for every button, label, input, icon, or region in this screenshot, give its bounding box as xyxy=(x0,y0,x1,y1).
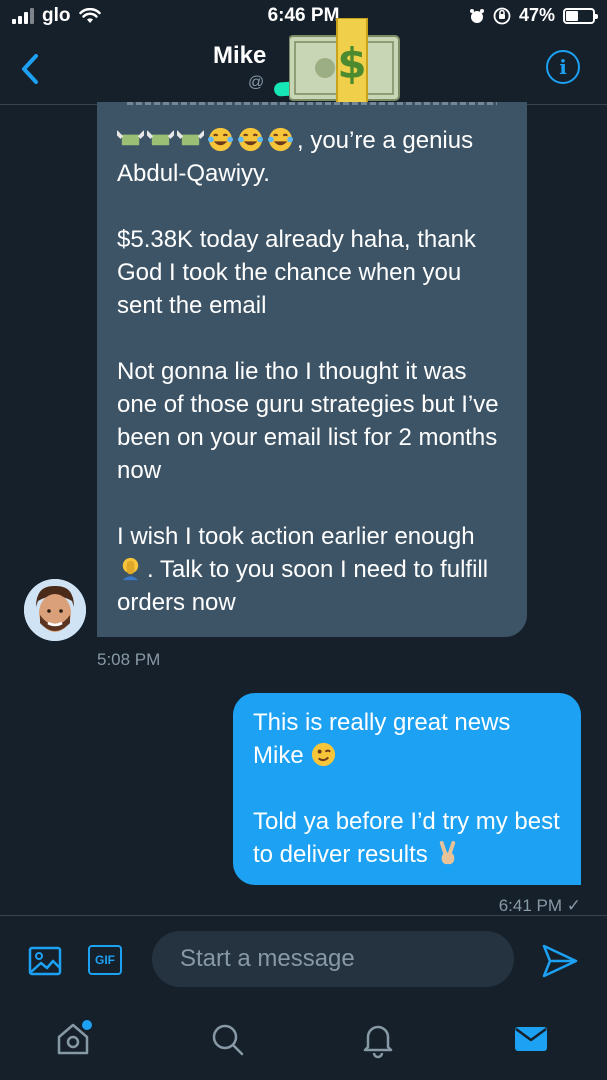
quoted-content-edge xyxy=(127,102,497,105)
notifications-icon[interactable] xyxy=(358,1019,398,1059)
sent-text-1: This is really great news Mike xyxy=(253,709,511,769)
sent-paragraph-1: This is really great news Mike xyxy=(253,706,563,772)
gif-button[interactable]: GIF xyxy=(88,945,122,975)
handle-prefix: @ xyxy=(248,74,265,91)
tears-of-joy-emoji xyxy=(267,127,294,152)
image-icon[interactable] xyxy=(28,946,62,976)
received-paragraph-4: I wish I took action earlier enough . Ta… xyxy=(117,520,507,619)
money-with-wings-emoji xyxy=(147,130,174,146)
victory-hand-emoji xyxy=(440,840,456,865)
orientation-lock-icon xyxy=(493,7,511,24)
sent-message-bubble[interactable]: This is really great news Mike Told ya b… xyxy=(233,693,581,885)
tears-of-joy-emoji xyxy=(207,127,234,152)
sent-text-2: Told ya before I’d try my best to delive… xyxy=(253,808,560,868)
battery-icon xyxy=(563,7,598,24)
received-paragraph-2: $5.38K today already haha, thank God I t… xyxy=(117,226,476,319)
svg-text:$: $ xyxy=(337,39,366,88)
tab-bar xyxy=(0,1001,607,1080)
tears-of-joy-emoji xyxy=(237,127,264,152)
sent-paragraph-2: Told ya before I’d try my best to delive… xyxy=(253,805,563,871)
alarm-icon xyxy=(469,8,484,23)
contact-name[interactable]: Mike xyxy=(213,42,266,70)
received-message-bubble[interactable]: , you’re a genius Abdul-Qawiyy. $5.38K t… xyxy=(97,102,527,637)
avatar-image xyxy=(24,579,86,641)
message-composer: GIF xyxy=(0,915,607,1002)
chevron-left-icon[interactable] xyxy=(18,52,44,86)
info-icon[interactable]: i xyxy=(546,50,580,84)
winking-face-emoji xyxy=(312,742,336,767)
home-icon[interactable] xyxy=(53,1019,93,1059)
received-text-4b: . Talk to you soon I need to fulfill ord… xyxy=(117,556,489,616)
search-icon[interactable] xyxy=(207,1019,247,1059)
money-with-wings-sticker: $ xyxy=(289,18,400,104)
battery-percent: 47% xyxy=(518,5,555,25)
money-with-wings-emoji xyxy=(117,130,144,146)
received-text-4a: I wish I took action earlier enough xyxy=(117,523,475,550)
status-right: 47% xyxy=(469,5,598,26)
money-with-wings-emoji xyxy=(177,130,204,146)
send-icon[interactable] xyxy=(542,944,578,978)
received-timestamp: 5:08 PM xyxy=(97,650,161,669)
conversation-header: Mike @ $ i xyxy=(0,18,607,105)
person-facepalming-emoji xyxy=(122,557,139,581)
message-input[interactable] xyxy=(152,931,514,987)
avatar[interactable] xyxy=(24,579,86,641)
messages-icon[interactable] xyxy=(511,1019,551,1059)
received-paragraph-1: , you’re a genius Abdul-Qawiyy. xyxy=(117,124,507,190)
received-paragraph-3: Not gonna lie tho I thought it was one o… xyxy=(117,358,499,484)
sent-timestamp: 6:41 PM ✓ xyxy=(498,896,581,915)
